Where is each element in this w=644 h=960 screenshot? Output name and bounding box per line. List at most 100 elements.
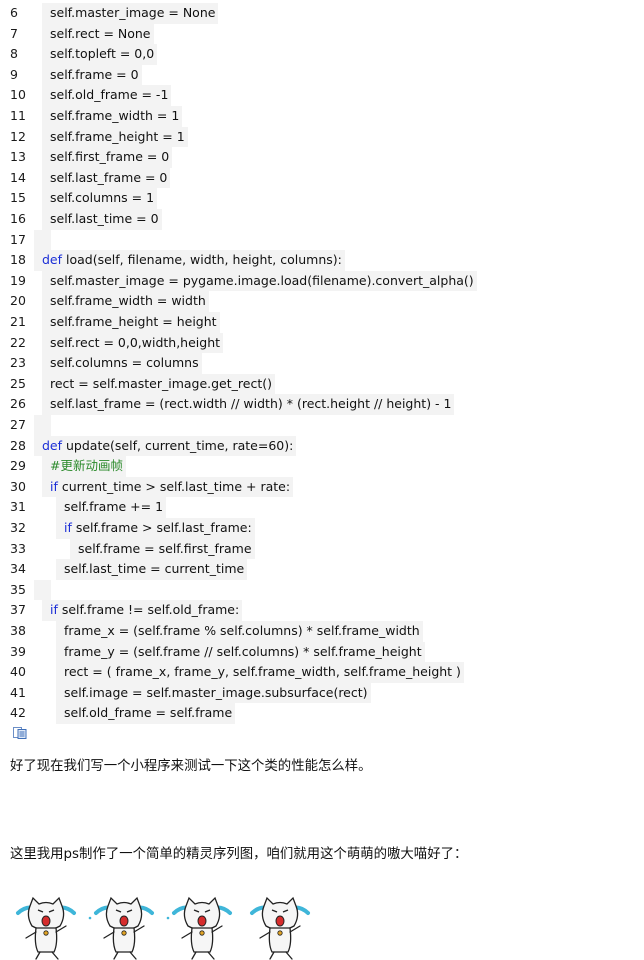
line-number: 32: [10, 520, 26, 535]
code-line: 30 if current_time > self.last_time + rat…: [0, 476, 640, 498]
code-text: if self.frame > self.last_frame:: [56, 518, 255, 539]
code-token: self.last_time = current_time: [64, 561, 245, 577]
code-line: 37 if self.frame != self.old_frame:: [0, 600, 640, 621]
line-number: 7: [10, 25, 18, 41]
code-token: self.frame_height = height: [50, 314, 217, 329]
line-number: 30: [10, 478, 26, 494]
code-line: 11 self.frame_width = 1: [0, 106, 640, 127]
code-keyword: def: [42, 252, 63, 268]
code-token: self.frame != self.old_frame:: [57, 602, 240, 618]
code-text: [34, 579, 51, 601]
code-line: 12 self.frame_height = 1: [0, 126, 640, 148]
line-number: 13: [10, 149, 26, 165]
line-number: 21: [10, 314, 26, 329]
code-line: 34 self.last_time = current_time: [0, 559, 640, 580]
code-text: self.frame_width = width: [42, 291, 209, 312]
line-number: 38: [10, 623, 26, 638]
code-line: 22 self.rect = 0,0,width,height: [0, 332, 640, 354]
line-number: 33: [10, 540, 26, 556]
code-text: self.first_frame = 0: [42, 147, 173, 168]
code-token: self.last_frame = (rect.width // width) …: [50, 396, 452, 412]
line-number: 26: [10, 396, 26, 412]
code-token: load(self, filename, width, height, colu…: [62, 252, 342, 268]
line-number: 41: [10, 684, 26, 700]
line-number: 40: [10, 664, 26, 680]
code-line: 40 rect = ( frame_x, frame_y, self.frame_…: [0, 662, 640, 683]
code-token: self.frame_width = width: [50, 293, 206, 309]
code-token: self.frame_height = 1: [50, 128, 185, 144]
code-text: self.frame_height = height: [42, 312, 220, 333]
code-token: self.frame += 1: [64, 499, 164, 515]
code-token: self.old_frame = self.frame: [64, 705, 233, 721]
code-text: self.frame_width = 1: [42, 106, 183, 127]
line-number: 18: [10, 252, 26, 268]
code-token: self.rect = 0,0,width,height: [50, 334, 221, 350]
code-token: self.columns = 1: [50, 190, 155, 206]
code-line: 13 self.first_frame = 0: [0, 147, 640, 168]
code-text: def update(self, current_time, rate=60):: [34, 435, 297, 457]
code-keyword: if: [64, 520, 72, 535]
code-token: self.columns = columns: [50, 355, 199, 371]
line-number: 23: [10, 355, 26, 371]
code-line: 20 self.frame_width = width: [0, 291, 640, 312]
code-line: 38 frame_x = (self.frame % self.columns) …: [0, 621, 640, 642]
code-text: self.columns = columns: [42, 353, 202, 374]
code-line: 17: [0, 229, 640, 251]
code-line: 6 self.master_image = None: [0, 3, 640, 24]
code-line: 21 self.frame_height = height: [0, 312, 640, 333]
code-token: self.topleft = 0,0: [50, 46, 155, 62]
line-number: 15: [10, 190, 26, 206]
code-text: frame_y = (self.frame // self.columns) *…: [56, 641, 425, 663]
code-token: self.frame = 0: [50, 66, 139, 82]
line-number: 34: [10, 561, 26, 577]
code-token: self.frame_width = 1: [50, 108, 180, 123]
line-number: 28: [10, 437, 26, 453]
code-keyword: if: [50, 478, 58, 494]
code-text: self.last_frame = (rect.width // width) …: [42, 394, 455, 415]
code-text: self.frame = self.first_frame: [70, 538, 255, 560]
code-line: 42 self.old_frame = self.frame: [0, 703, 640, 724]
line-number: 10: [10, 87, 26, 103]
intro-paragraph: 好了现在我们写一个小程序来测试一下这个类的性能怎么样。: [10, 759, 372, 774]
code-line: 31 self.frame += 1: [0, 497, 640, 518]
code-text: self.old_frame = self.frame: [56, 703, 236, 724]
code-text: self.rect = 0,0,width,height: [42, 332, 224, 354]
code-text: self.last_frame = 0: [42, 167, 171, 189]
code-text: self.old_frame = -1: [42, 85, 172, 106]
code-line: 18 def load(self, filename, width, height…: [0, 250, 640, 271]
line-number: 27: [10, 417, 26, 432]
code-token: self.image = self.master_image.subsurfac…: [64, 684, 368, 700]
code-token: self.last_frame = 0: [50, 169, 168, 185]
line-number: 42: [10, 705, 26, 721]
code-line: 25 rect = self.master_image.get_rect(): [0, 373, 640, 395]
code-line: 41 self.image = self.master_image.subsurf…: [0, 682, 640, 704]
code-comment: #更新动画帧: [50, 458, 123, 474]
line-number: 14: [10, 169, 26, 185]
line-number: 17: [10, 231, 26, 247]
code-text: frame_x = (self.frame % self.columns) * …: [56, 621, 423, 642]
code-text: if self.frame != self.old_frame:: [42, 600, 243, 621]
line-number: 6: [10, 5, 18, 20]
code-text: self.frame = 0: [42, 64, 142, 86]
code-token: self.old_frame = -1: [50, 87, 169, 103]
code-keyword: def: [42, 437, 63, 453]
code-line: 33 self.frame = self.first_frame: [0, 538, 640, 560]
line-number: 11: [10, 108, 26, 123]
code-token: self.master_image = None: [50, 5, 216, 20]
code-text: [34, 229, 51, 251]
line-number: 31: [10, 499, 26, 515]
code-text: if current_time > self.last_time + rate:: [42, 476, 294, 498]
line-number: 8: [10, 46, 18, 62]
copy-icon[interactable]: [13, 727, 27, 739]
line-number: 37: [10, 602, 26, 618]
code-line: 9 self.frame = 0: [0, 64, 640, 86]
code-line: 35: [0, 579, 640, 601]
code-token: update(self, current_time, rate=60):: [62, 437, 294, 453]
code-line: 28 def update(self, current_time, rate=60…: [0, 435, 640, 457]
code-line: 10 self.old_frame = -1: [0, 85, 640, 106]
line-number: 22: [10, 334, 26, 350]
code-token: self.frame > self.last_frame:: [71, 520, 252, 535]
code-line: 39 frame_y = (self.frame // self.columns)…: [0, 641, 640, 663]
code-text: def load(self, filename, width, height, …: [34, 250, 345, 271]
code-token: self.master_image = pygame.image.load(fi…: [50, 272, 474, 288]
